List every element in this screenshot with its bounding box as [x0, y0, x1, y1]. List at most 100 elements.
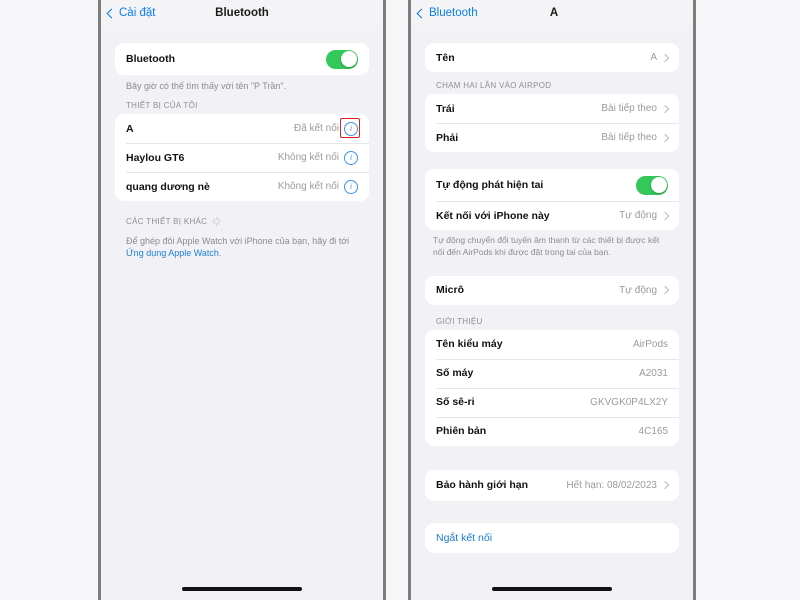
my-devices-header-label: THIẾT BỊ CỦA TÔI	[126, 101, 198, 111]
bluetooth-toggle-row[interactable]: Bluetooth	[115, 43, 369, 75]
double-tap-left-label: Trái	[436, 102, 455, 115]
back-button-label: Cài đặt	[119, 7, 156, 19]
apple-watch-app-link[interactable]: Ứng dụng Apple Watch	[126, 248, 219, 258]
bluetooth-toggle-label: Bluetooth	[126, 53, 175, 65]
device-status: Không kết nối	[277, 152, 339, 164]
model-number-row: Số máy A2031	[425, 358, 679, 388]
pair-note-suffix: .	[218, 248, 222, 259]
back-to-settings-button[interactable]: Cài đặt	[101, 7, 155, 19]
double-tap-card: Trái Bài tiếp theo Phải Bài tiếp theo	[425, 94, 679, 152]
double-tap-right-row[interactable]: Phải Bài tiếp theo	[425, 123, 679, 152]
double-tap-right-label: Phải	[436, 131, 459, 144]
version-value: 4C165	[638, 425, 668, 437]
about-header: GIỚI THIỆU	[411, 305, 693, 330]
chevron-right-icon	[660, 286, 670, 295]
right-nav-bar: Bluetooth A	[411, 0, 693, 26]
device-name: quang dương nè	[126, 180, 210, 193]
back-to-bluetooth-button[interactable]: Bluetooth	[411, 7, 478, 19]
double-tap-right-value: Bài tiếp theo	[601, 132, 657, 143]
right-phone-frame: Bluetooth A Tên A CHẠM HAI LẦN VÀO AIRPO…	[408, 0, 696, 600]
my-devices-card: A Đã kết nối i Haylou GT6 Không kết nối …	[115, 114, 369, 202]
about-header-label: GIỚI THIỆU	[436, 316, 483, 326]
discoverable-note: Bây giờ có thể tìm thấy với tên "P Trần"…	[126, 81, 287, 91]
connect-to-iphone-row[interactable]: Kết nối với iPhone này Tự động	[425, 201, 679, 230]
name-row-value: A	[650, 52, 657, 63]
name-card: Tên A	[425, 43, 679, 72]
warranty-card: Bảo hành giới hạn Hết hạn: 08/02/2023	[425, 469, 679, 501]
microphone-row[interactable]: Micrô Tự động	[425, 276, 679, 305]
chevron-left-icon	[106, 8, 117, 18]
warranty-row[interactable]: Bảo hành giới hạn Hết hạn: 08/02/2023	[425, 470, 679, 501]
double-tap-header-label: CHẠM HAI LẦN VÀO AIRPOD	[436, 81, 552, 90]
device-row-quang-duong-ne[interactable]: quang dương nè Không kết nối i	[115, 172, 369, 201]
microphone-card: Micrô Tự động	[425, 275, 679, 305]
left-nav-bar: Cài đặt Bluetooth	[101, 0, 383, 26]
about-card: Tên kiểu máy AirPods Số máy A2031 Số sê-…	[425, 329, 679, 446]
ear-detection-label: Tự động phát hiện tai	[436, 179, 544, 191]
serial-number-row: Số sê-ri GKVGK0P4LX2Y	[425, 387, 679, 417]
other-devices-header: CÁC THIẾT BỊ KHÁC	[101, 201, 383, 230]
double-tap-left-value: Bài tiếp theo	[601, 103, 657, 114]
warranty-value: Hết hạn: 08/02/2023	[566, 479, 657, 491]
name-row-label: Tên	[436, 51, 455, 64]
pair-note-prefix: Để ghép đôi Apple Watch với iPhone của b…	[126, 236, 350, 247]
version-row: Phiên bản 4C165	[425, 416, 679, 446]
warranty-label: Bảo hành giới hạn	[436, 479, 529, 492]
info-icon[interactable]: i	[344, 150, 358, 165]
airpods-detail-screen: Bluetooth A Tên A CHẠM HAI LẦN VÀO AIRPO…	[411, 0, 693, 600]
toggle-knob	[650, 177, 667, 193]
loading-spinner-icon	[212, 217, 222, 227]
disconnect-row[interactable]: Ngắt kết nối	[425, 523, 679, 553]
device-name: A	[126, 122, 134, 135]
chevron-right-icon	[660, 104, 670, 113]
microphone-label: Micrô	[436, 284, 465, 297]
device-row-haylou[interactable]: Haylou GT6 Không kết nối i	[115, 143, 369, 172]
screenshot-stage: Cài đặt Bluetooth Bluetooth Bây giờ có t…	[0, 0, 800, 600]
model-number-label: Số máy	[436, 367, 474, 380]
chevron-right-icon	[660, 133, 670, 142]
disconnect-card: Ngắt kết nối	[425, 522, 679, 553]
chevron-left-icon	[416, 8, 427, 18]
bluetooth-settings-screen: Cài đặt Bluetooth Bluetooth Bây giờ có t…	[101, 0, 383, 600]
connect-to-iphone-value: Tự động	[619, 210, 657, 221]
ear-detection-card: Tự động phát hiện tai Kết nối với iPhone…	[425, 169, 679, 230]
info-icon[interactable]: i	[344, 179, 358, 194]
info-icon[interactable]: i	[344, 121, 358, 136]
apple-watch-pair-note: Để ghép đôi Apple Watch với iPhone của b…	[101, 230, 383, 259]
toggle-knob	[340, 51, 357, 67]
name-row[interactable]: Tên A	[425, 43, 679, 72]
bluetooth-toggle-card: Bluetooth	[115, 43, 369, 75]
connect-note: Tự động chuyển đổi tuyến âm thanh từ các…	[433, 235, 660, 257]
device-info-wrap: i	[340, 117, 360, 138]
model-name-label: Tên kiểu máy	[436, 338, 503, 351]
device-status: Không kết nối	[277, 181, 339, 193]
connect-to-iphone-label: Kết nối với iPhone này	[436, 209, 550, 222]
model-name-row: Tên kiểu máy AirPods	[425, 330, 679, 359]
double-tap-header: CHẠM HAI LẦN VÀO AIRPOD	[411, 72, 693, 94]
chevron-right-icon	[660, 211, 670, 220]
double-tap-left-row[interactable]: Trái Bài tiếp theo	[425, 94, 679, 123]
model-name-value: AirPods	[632, 338, 668, 350]
ear-detection-toggle-switch[interactable]	[636, 175, 668, 195]
chevron-right-icon	[660, 481, 670, 490]
model-number-value: A2031	[639, 367, 668, 379]
device-row-a[interactable]: A Đã kết nối i	[115, 114, 369, 143]
my-devices-header: THIẾT BỊ CỦA TÔI	[101, 92, 383, 114]
serial-number-value: GKVGK0P4LX2Y	[590, 396, 668, 408]
back-button-label: Bluetooth	[429, 7, 478, 19]
ear-detection-row[interactable]: Tự động phát hiện tai	[425, 169, 679, 201]
other-devices-header-label: CÁC THIẾT BỊ KHÁC	[126, 217, 208, 227]
microphone-value: Tự động	[619, 284, 657, 296]
home-indicator	[492, 587, 612, 591]
device-name: Haylou GT6	[126, 151, 185, 164]
chevron-right-icon	[660, 53, 670, 62]
bluetooth-toggle-switch[interactable]	[326, 49, 358, 69]
version-label: Phiên bản	[436, 425, 487, 438]
disconnect-button-label[interactable]: Ngắt kết nối	[436, 532, 492, 544]
